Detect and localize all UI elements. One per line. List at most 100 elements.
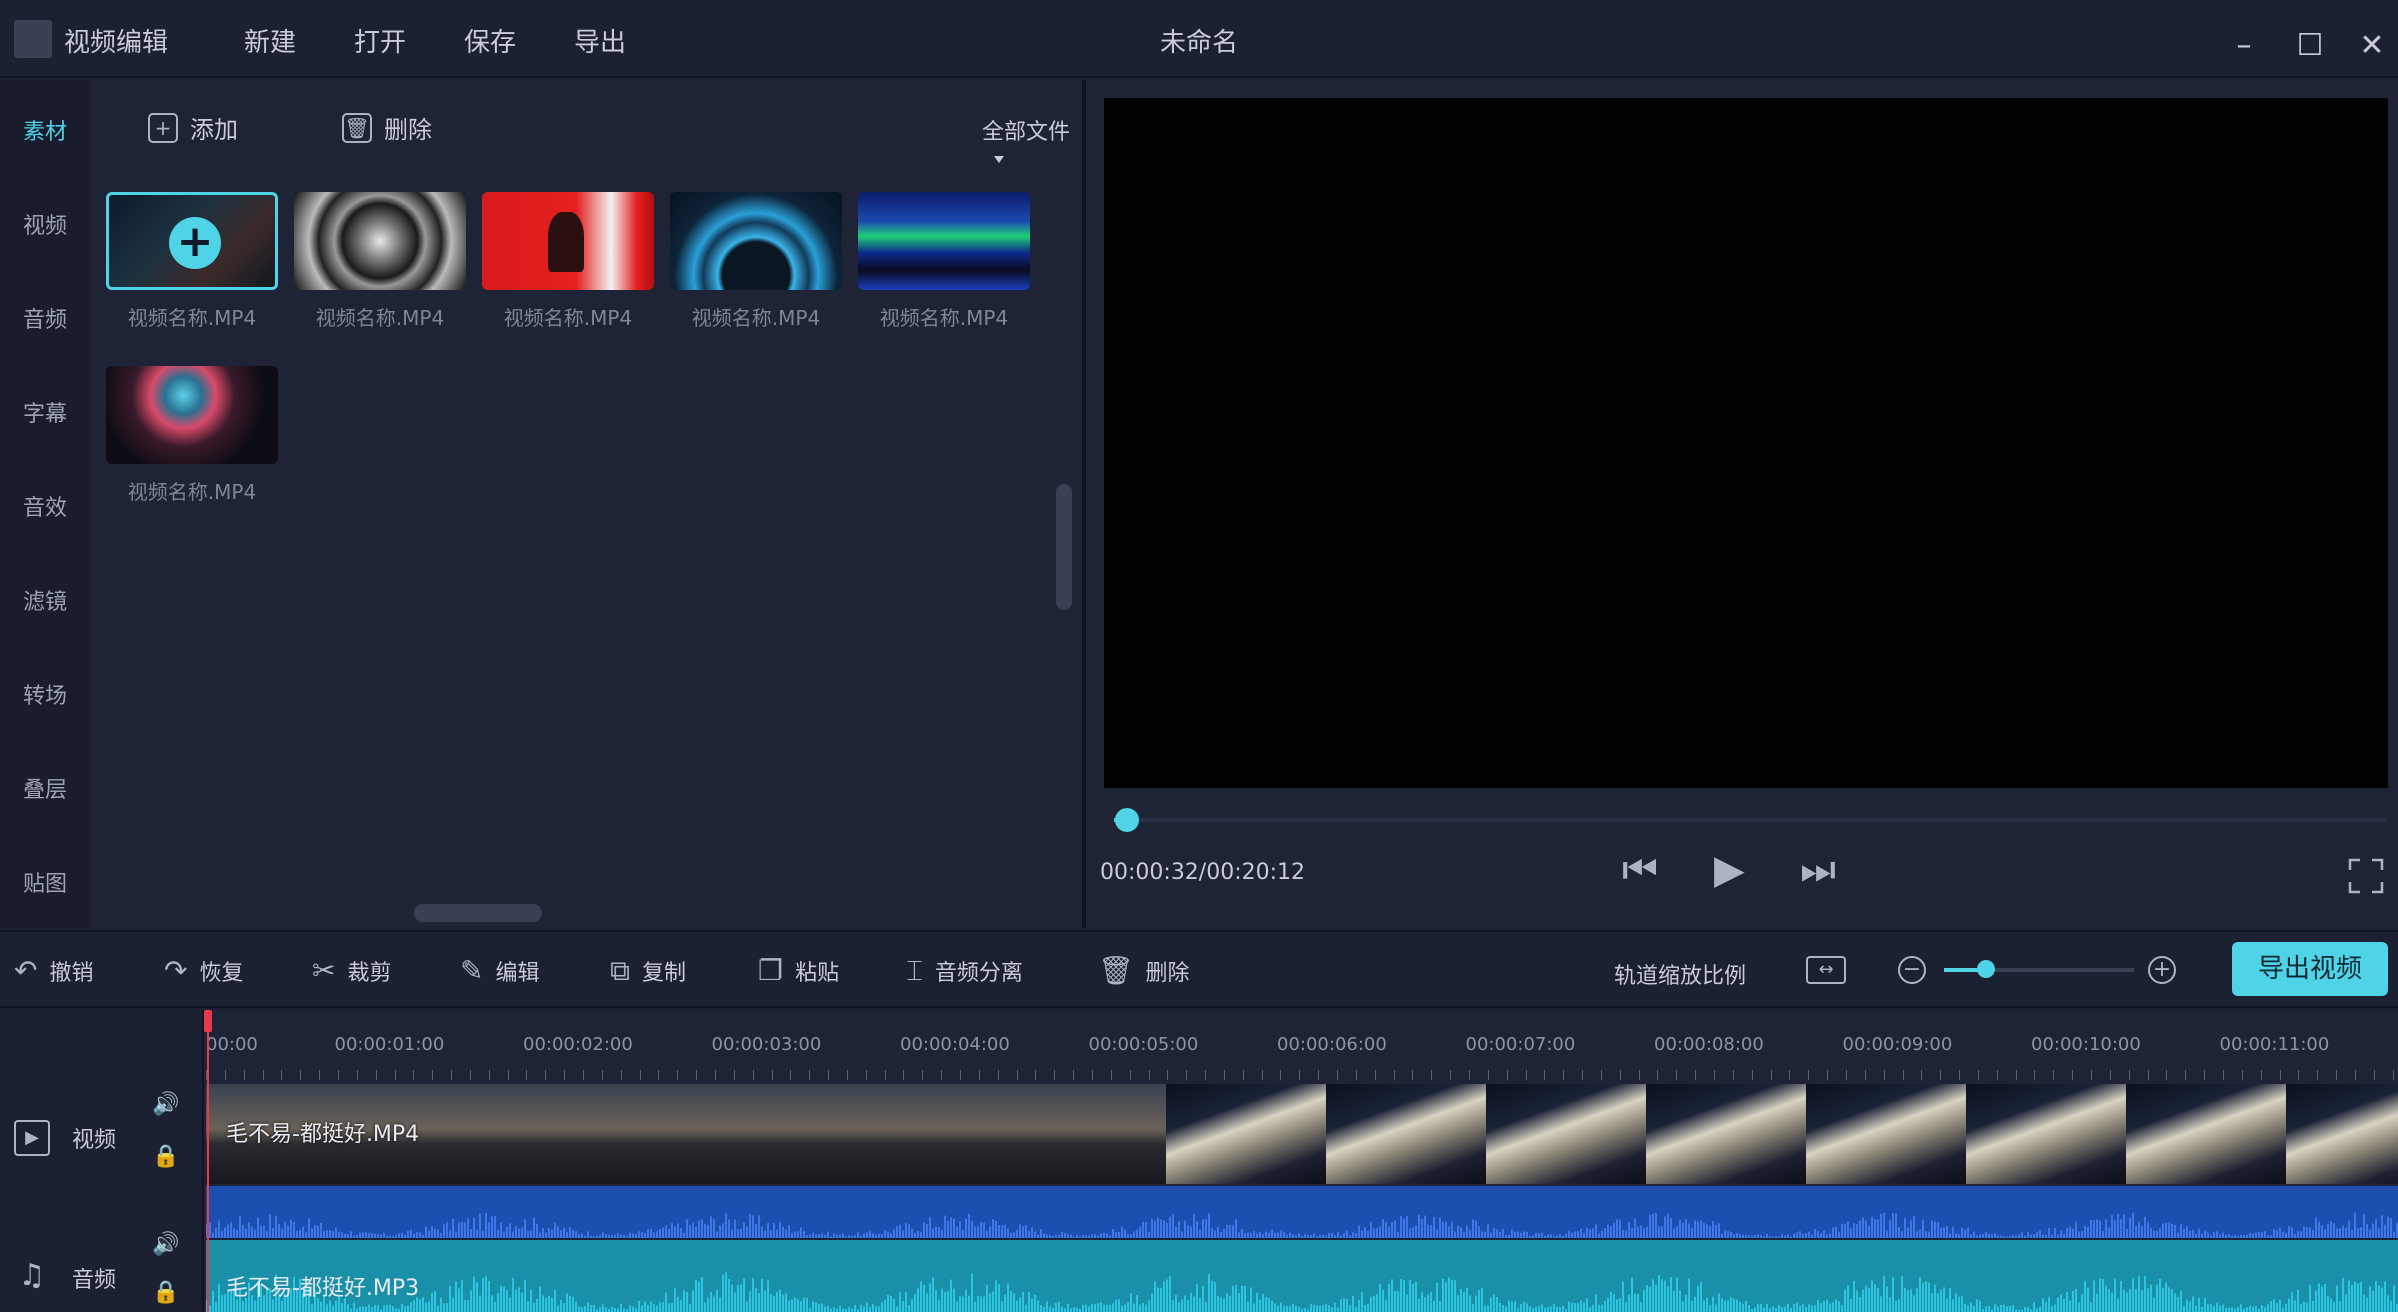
menu-open[interactable]: 打开 [354, 22, 406, 59]
lock-icon[interactable]: 🔒 [152, 1144, 179, 1169]
cut-button[interactable]: ✂ 裁剪 [312, 954, 391, 987]
speaker-icon[interactable]: 🔊 [152, 1232, 179, 1257]
waveform-bar [2354, 1212, 2356, 1238]
waveform-bar [260, 1225, 262, 1238]
waveform-bar [1091, 1304, 1093, 1312]
waveform-bar [2105, 1285, 2107, 1312]
close-icon[interactable]: ✕ [2352, 26, 2392, 66]
zoom-out-icon[interactable]: − [1898, 956, 1926, 984]
playhead[interactable] [204, 1010, 212, 1312]
minimize-icon[interactable]: – [2224, 26, 2264, 66]
waveform-bar [221, 1294, 223, 1312]
category-subtitle[interactable]: 字幕 [0, 396, 90, 428]
waveform-bar [1667, 1213, 1669, 1238]
category-video[interactable]: 视频 [0, 208, 90, 240]
ruler-tick [2034, 1070, 2036, 1080]
waveform-bar [1952, 1299, 1954, 1312]
waveform-bar [2012, 1235, 2014, 1238]
progress-handle[interactable] [1114, 808, 1139, 832]
waveform-bar [1529, 1306, 1531, 1312]
waveform-bar [1784, 1306, 1786, 1312]
maximize-icon[interactable]: ☐ [2290, 26, 2330, 66]
category-material[interactable]: 素材 [0, 114, 90, 146]
vertical-scrollbar[interactable] [1056, 484, 1072, 610]
waveform-bar [626, 1236, 628, 1238]
category-audio[interactable]: 音频 [0, 302, 90, 334]
time-ruler[interactable]: 00:00 00:00:01:00 00:00:02:00 00:00:03:00 00… [206, 1010, 2398, 1080]
add-media-button[interactable]: + 添加 [148, 110, 238, 145]
waveform-bar [1775, 1236, 1777, 1238]
audio-track-name: 音频 [72, 1268, 117, 1293]
media-item[interactable]: 视频名称.MP4 [482, 192, 654, 331]
waveform-bar [1622, 1229, 1624, 1238]
video-clip[interactable]: 毛不易-都挺好.MP4 [206, 1084, 2398, 1184]
fit-to-width-icon[interactable]: ↔ [1806, 956, 1846, 984]
waveform-bar [1556, 1235, 1558, 1238]
previous-frame-icon[interactable]: ⏮ [1622, 850, 1658, 890]
waveform-bar [1232, 1285, 1234, 1312]
play-icon[interactable]: ▶ [1714, 850, 1745, 890]
file-filter-select[interactable]: 全部文件 [982, 114, 1082, 171]
waveform-bar [1058, 1234, 1060, 1238]
redo-button[interactable]: ↷ 恢复 [164, 954, 243, 987]
ruler-tick [1638, 1070, 1640, 1080]
waveform-bar [773, 1296, 775, 1312]
speaker-icon[interactable]: 🔊 [152, 1092, 179, 1117]
menu-new[interactable]: 新建 [244, 22, 296, 59]
waveform-bar [1628, 1294, 1630, 1312]
zoom-in-icon[interactable]: + [2148, 956, 2176, 984]
lock-icon[interactable]: 🔒 [152, 1280, 179, 1305]
video-audio-waveform[interactable] [206, 1186, 2398, 1238]
media-item[interactable]: 视频名称.MP4 [106, 366, 278, 505]
audio-clip[interactable]: 毛不易-都挺好.MP3 [206, 1240, 2398, 1312]
waveform-bar [1808, 1304, 1810, 1312]
ruler-tick [2222, 1070, 2224, 1080]
split-audio-button[interactable]: ⌶ 音频分离 [906, 954, 1023, 988]
category-transition[interactable]: 转场 [0, 678, 90, 710]
media-item[interactable]: 视频名称.MP4 [294, 192, 466, 331]
category-sound-effect[interactable]: 音效 [0, 490, 90, 522]
delete-media-button[interactable]: 🗑 删除 [342, 110, 432, 145]
waveform-bar [215, 1228, 217, 1238]
fullscreen-icon[interactable] [2346, 856, 2386, 896]
waveform-bar [1247, 1232, 1249, 1238]
menu-save[interactable]: 保存 [464, 22, 516, 59]
ruler-tick [1450, 1070, 1452, 1080]
waveform-bar [1037, 1300, 1039, 1312]
waveform-bar [563, 1303, 565, 1312]
media-item[interactable]: + 视频名称.MP4 [106, 192, 278, 331]
category-filter[interactable]: 滤镜 [0, 584, 90, 616]
waveform-bar [1616, 1299, 1618, 1312]
next-frame-icon[interactable]: ⏭ [1800, 850, 1836, 890]
category-sticker[interactable]: 贴图 [0, 866, 90, 898]
media-item[interactable]: 视频名称.MP4 [670, 192, 842, 331]
playback-progress-bar[interactable] [1114, 808, 2386, 832]
menu-export[interactable]: 导出 [574, 22, 626, 59]
playhead-handle[interactable] [204, 1010, 212, 1032]
waveform-bar [2369, 1286, 2371, 1312]
preview-screen [1104, 98, 2388, 788]
waveform-bar [383, 1232, 385, 1238]
ruler-tick [469, 1070, 471, 1080]
undo-button[interactable]: ↶ 撤销 [14, 954, 93, 987]
waveform-bar [875, 1234, 877, 1238]
waveform-bar [602, 1232, 604, 1238]
waveform-bar [2183, 1228, 2185, 1238]
add-to-timeline-icon[interactable]: + [169, 217, 221, 269]
horizontal-scrollbar[interactable] [414, 904, 542, 922]
waveform-bar [2213, 1231, 2215, 1238]
zoom-slider-handle[interactable] [1976, 960, 1995, 978]
waveform-bar [2345, 1294, 2347, 1312]
paste-button[interactable]: ❐ 粘贴 [758, 954, 839, 987]
copy-button[interactable]: ⧉ 复制 [610, 954, 686, 988]
export-video-button[interactable]: 导出视频 [2232, 942, 2388, 996]
category-overlay[interactable]: 叠层 [0, 772, 90, 804]
waveform-bar [662, 1302, 664, 1312]
waveform-bar [1031, 1227, 1033, 1238]
edit-button[interactable]: ✎ 编辑 [460, 954, 539, 987]
waveform-bar [476, 1229, 478, 1238]
zoom-slider[interactable] [1944, 960, 2134, 978]
media-item[interactable]: 视频名称.MP4 [858, 192, 1030, 331]
delete-clip-button[interactable]: 🗑 删除 [1098, 954, 1190, 987]
waveform-bar [2165, 1282, 2167, 1312]
